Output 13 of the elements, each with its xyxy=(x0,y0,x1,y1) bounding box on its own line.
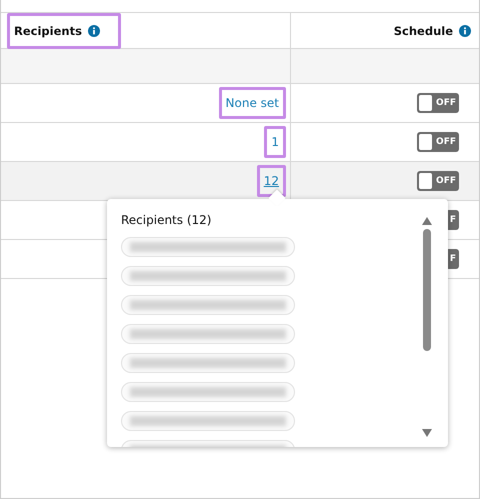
schedule-toggle[interactable]: OFF xyxy=(417,132,459,152)
info-icon[interactable] xyxy=(459,24,471,36)
info-icon[interactable] xyxy=(88,24,100,36)
header-label: Schedule xyxy=(394,24,453,38)
recipients-link[interactable]: 1 xyxy=(264,126,286,158)
schedule-toggle[interactable]: OFF xyxy=(417,93,459,113)
popover-title: Recipients (12) xyxy=(121,213,212,227)
recipients-link[interactable]: None set xyxy=(218,87,286,119)
schedule-toggle[interactable]: OFF xyxy=(417,171,459,191)
header-label: Recipients xyxy=(14,24,82,38)
scrollbar-thumb[interactable] xyxy=(423,229,431,351)
scroll-up-icon[interactable] xyxy=(422,217,432,225)
scroll-down-icon[interactable] xyxy=(422,429,432,437)
